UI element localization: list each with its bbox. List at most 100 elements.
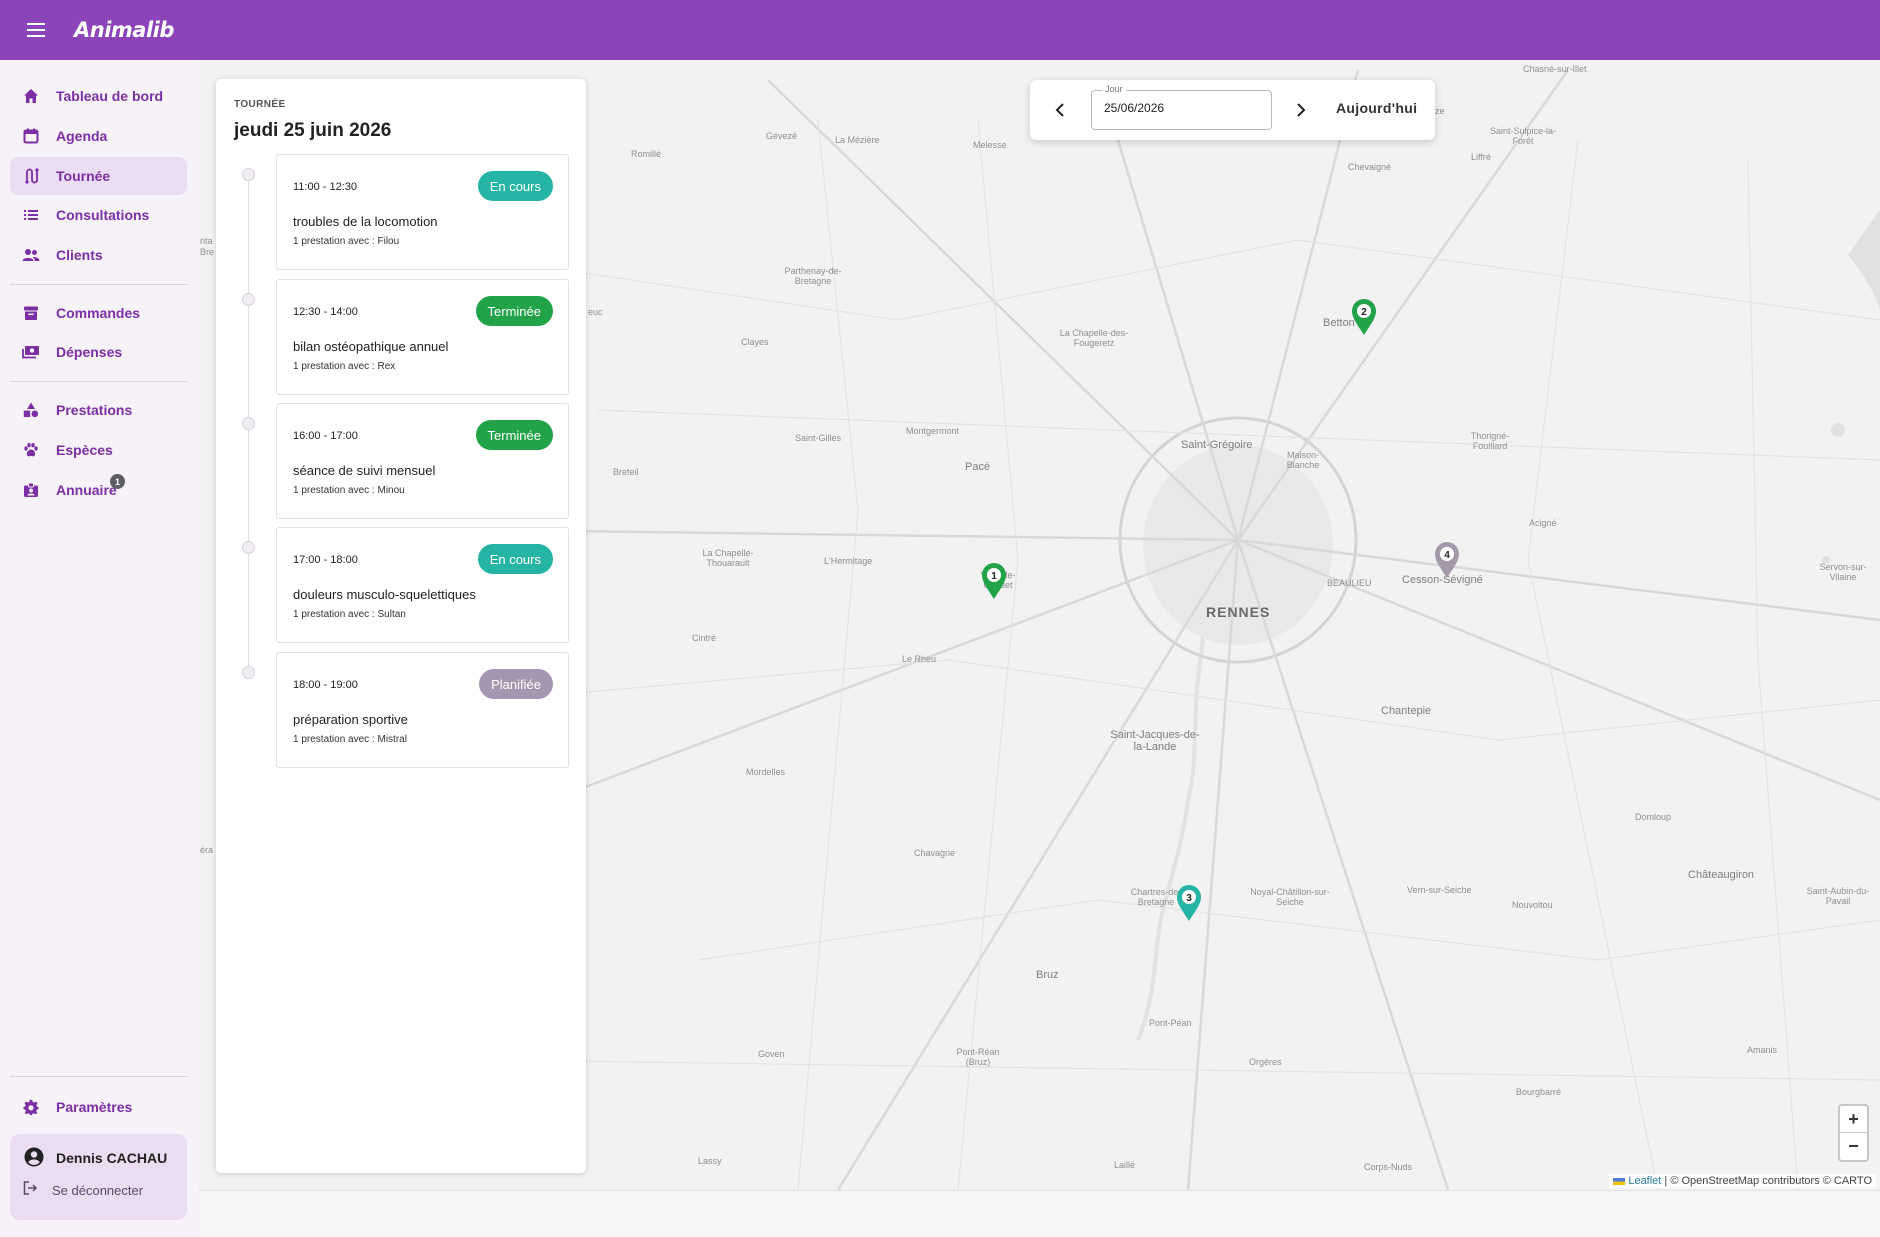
map-place-label: Saint-Grégoire (1181, 439, 1253, 451)
home-icon (20, 85, 42, 107)
map-place-label: Laillé (1114, 1160, 1136, 1170)
tour-kicker: TOURNÉE (234, 99, 286, 110)
sidebar-item-tournee[interactable]: Tournée (10, 157, 187, 195)
map-place-label: Maison-Blanche (1286, 450, 1320, 470)
sidebar-item-clients[interactable]: Clients (10, 236, 187, 274)
card-time: 18:00 - 19:00 (293, 679, 358, 691)
card-title: douleurs musculo-squelettiques (293, 587, 476, 602)
date-input[interactable] (1104, 101, 1254, 115)
previous-day-button[interactable] (1042, 92, 1078, 128)
sidebar-item-label: Commandes (56, 305, 141, 321)
payments-icon (20, 341, 42, 363)
chevron-right-icon (1297, 103, 1306, 117)
map-place-label: Saint-Gilles (795, 433, 842, 443)
logout-icon (22, 1180, 38, 1201)
tour-card[interactable]: 18:00 - 19:00 Planifiée préparation spor… (276, 652, 569, 768)
map-place-label: Nouvoitou (1512, 900, 1553, 910)
map-zoom-control: + − (1838, 1104, 1869, 1162)
status-badge: Terminée (475, 420, 553, 450)
map-place-label: La Chapelle-Thouarault (702, 548, 754, 568)
timeline-dot (242, 541, 255, 554)
attribution-text: | © OpenStreetMap contributors © CARTO (1664, 1175, 1872, 1187)
map-place-label: Goven (758, 1049, 785, 1059)
map-place-label: Pont-Réan (Bruz) (956, 1047, 1000, 1067)
page-footer-area (198, 1190, 1880, 1237)
map-place-label: Chavagne (914, 848, 956, 858)
sidebar-item-tableau-de-bord[interactable]: Tableau de bord (10, 77, 187, 115)
map-marker-number: 1 (991, 571, 997, 582)
sidebar: Tableau de bord Agenda Tournée Consultat… (0, 60, 198, 1237)
card-subtitle: 1 prestation avec : Minou (293, 485, 405, 496)
date-field-label: Jour (1102, 84, 1126, 94)
tour-card[interactable]: 17:00 - 18:00 En cours douleurs musculo-… (276, 527, 569, 643)
zoom-in-button[interactable]: + (1840, 1106, 1867, 1133)
sidebar-item-agenda[interactable]: Agenda (10, 117, 187, 155)
sidebar-item-prestations[interactable]: Prestations (10, 391, 187, 429)
chevron-left-icon (1055, 103, 1064, 117)
list-icon (20, 204, 42, 226)
map-place-label: Mordelles (746, 767, 786, 777)
map-marker-icon: 3 (1177, 885, 1201, 921)
map-marker-4[interactable]: 4 (1433, 541, 1461, 579)
status-badge: En cours (477, 171, 553, 201)
timeline-dot (242, 293, 255, 306)
card-time: 12:30 - 14:00 (293, 306, 358, 318)
map-place-label: Clayes (741, 337, 769, 347)
status-badge: En cours (477, 544, 553, 574)
map-place-label: Domloup (1635, 812, 1672, 822)
sidebar-item-label: Espèces (56, 442, 113, 458)
map-marker-3[interactable]: 3 (1175, 884, 1203, 922)
sidebar-item-especes[interactable]: Espèces (10, 431, 187, 469)
map-place-label: Bre (200, 247, 215, 257)
gear-icon (20, 1096, 42, 1118)
tour-card[interactable]: 16:00 - 17:00 Terminée séance de suivi m… (276, 403, 569, 519)
notification-badge: 1 (110, 474, 125, 489)
card-time: 11:00 - 12:30 (293, 181, 358, 193)
sidebar-item-commandes[interactable]: Commandes (10, 294, 187, 332)
card-title: bilan ostéopathique annuel (293, 339, 449, 354)
menu-button[interactable] (0, 0, 74, 60)
map-marker-icon: 1 (982, 563, 1006, 599)
route-icon (20, 165, 42, 187)
map-place-label: L'Hermitage (824, 556, 873, 566)
zoom-out-button[interactable]: − (1840, 1133, 1867, 1160)
sidebar-item-label: Annuaire (56, 482, 117, 498)
card-title: préparation sportive (293, 712, 408, 727)
card-subtitle: 1 prestation avec : Rex (293, 361, 396, 372)
today-button[interactable]: Aujourd'hui (1336, 100, 1417, 116)
sidebar-item-annuaire[interactable]: Annuaire 1 (10, 471, 187, 509)
tour-card[interactable]: 12:30 - 14:00 Terminée bilan ostéopathiq… (276, 279, 569, 395)
sidebar-item-consultations[interactable]: Consultations (10, 196, 187, 234)
card-title: séance de suivi mensuel (293, 463, 436, 478)
app-logo[interactable]: Animalib (74, 18, 174, 42)
map-place-label: La Mézière (835, 135, 880, 145)
map-place-label: Pacé (965, 461, 991, 473)
date-navigator: Jour Aujourd'hui (1030, 80, 1435, 140)
sidebar-item-depenses[interactable]: Dépenses (10, 333, 187, 371)
map-place-label: Corps-Nuds (1364, 1162, 1413, 1172)
map-place-label: Acigné (1529, 518, 1557, 528)
sidebar-item-parametres[interactable]: Paramètres (10, 1088, 187, 1126)
user-card: Dennis CACHAU Se déconnecter (10, 1134, 187, 1220)
map-place-label: Melesse (973, 140, 1007, 150)
map-place-label: Châteaugiron (1688, 869, 1755, 881)
menu-icon (27, 23, 45, 37)
map-place-label: Saint-Aubin-du-Pavail (1806, 886, 1870, 906)
leaflet-link[interactable]: Leaflet (1628, 1175, 1661, 1187)
map-marker-1[interactable]: 1 (980, 562, 1008, 600)
tour-card[interactable]: 11:00 - 12:30 En cours troubles de la lo… (276, 154, 569, 270)
date-field[interactable]: Jour (1091, 84, 1272, 130)
map-place-label: Amanis (1747, 1045, 1778, 1055)
card-subtitle: 1 prestation avec : Sultan (293, 609, 406, 620)
map-place-label: Orgères (1249, 1057, 1282, 1067)
map-marker-2[interactable]: 2 (1350, 298, 1378, 336)
map-marker-icon: 2 (1352, 299, 1376, 335)
card-subtitle: 1 prestation avec : Filou (293, 236, 400, 247)
map-place-label: ze (1435, 106, 1445, 116)
sidebar-item-label: Paramètres (56, 1099, 133, 1115)
sidebar-item-label: Clients (56, 247, 103, 263)
sidebar-item-label: Agenda (56, 128, 108, 144)
logout-button[interactable]: Se déconnecter (22, 1180, 143, 1201)
leaflet-flag-icon (1613, 1177, 1626, 1185)
next-day-button[interactable] (1283, 92, 1319, 128)
